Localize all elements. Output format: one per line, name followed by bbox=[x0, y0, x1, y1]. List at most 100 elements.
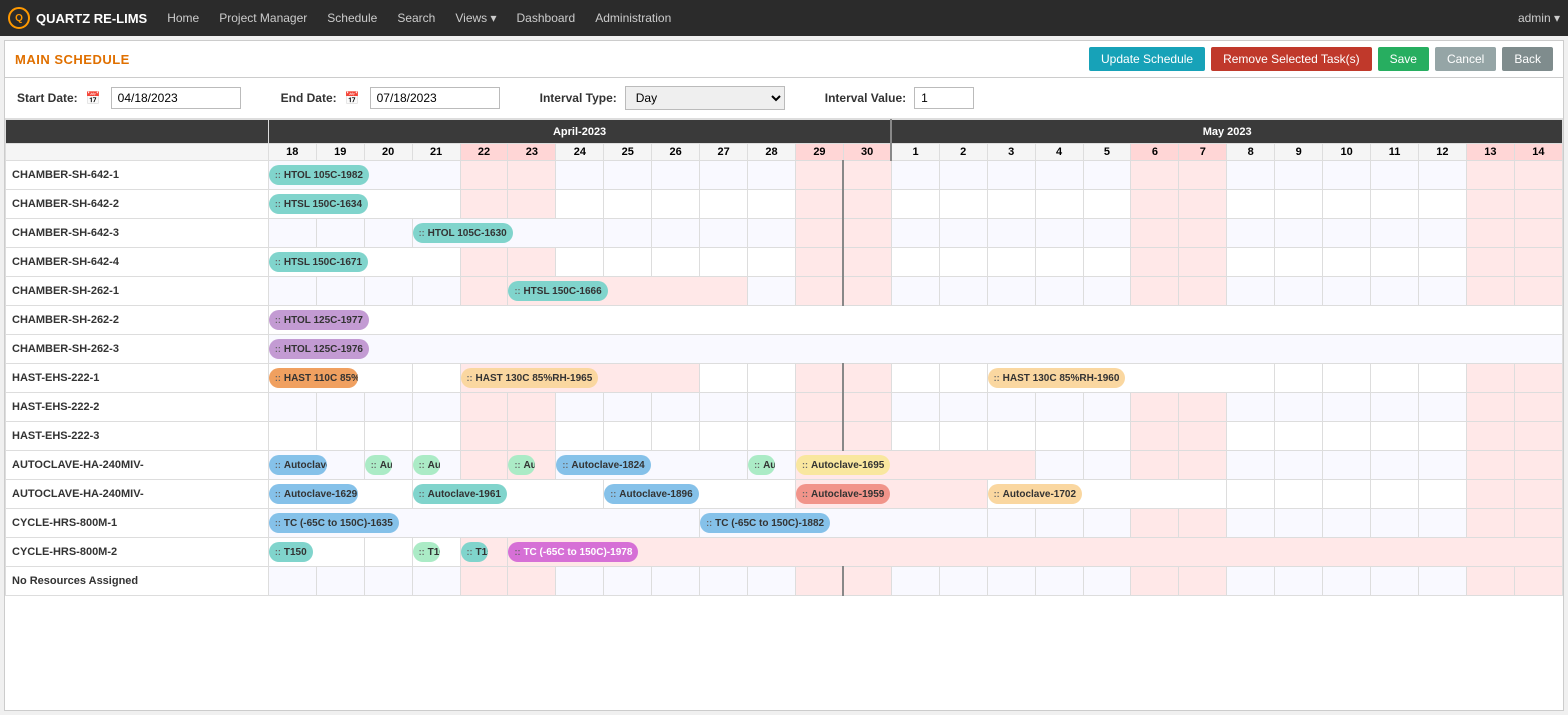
task-bar[interactable]: ::Autoclave-1629 bbox=[269, 484, 358, 504]
empty-cell bbox=[460, 248, 508, 277]
day-28: 28 bbox=[748, 144, 796, 161]
task-bar[interactable]: ::Autoclave-1824 bbox=[556, 455, 650, 475]
remove-task-button[interactable]: Remove Selected Task(s) bbox=[1211, 47, 1372, 71]
nav-search[interactable]: Search bbox=[389, 0, 443, 36]
empty-cell bbox=[1514, 248, 1562, 277]
empty-cell bbox=[652, 422, 700, 451]
empty-cell bbox=[1035, 277, 1083, 306]
task-bar[interactable]: ::HAST 110C 85%RH- bbox=[269, 368, 358, 388]
task-bar[interactable]: ::TC (-65C to 150C)-1882 bbox=[700, 513, 830, 533]
empty-cell bbox=[604, 190, 652, 219]
task-bar[interactable]: ::Auto bbox=[508, 455, 535, 475]
admin-user[interactable]: admin ▾ bbox=[1518, 11, 1560, 25]
task-bar[interactable]: ::TC (-65C to 150C)-1635 bbox=[269, 513, 399, 533]
task-bar[interactable]: ::HAST 130C 85%RH-1960 bbox=[988, 368, 1126, 388]
day-10: 10 bbox=[1323, 144, 1371, 161]
empty-cell bbox=[316, 422, 364, 451]
task-bar[interactable]: ::Auto bbox=[365, 455, 392, 475]
empty-cell bbox=[1514, 451, 1562, 480]
task-bar[interactable]: ::T150 bbox=[461, 542, 488, 562]
empty-cell bbox=[1323, 451, 1371, 480]
task-bar[interactable]: ::Autoclave-1959 bbox=[796, 484, 890, 504]
task-bar[interactable]: ::TC (-65C to 150C)-1978 bbox=[508, 542, 638, 562]
empty-cell bbox=[1131, 190, 1179, 219]
task-bar[interactable]: ::HTOL 105C-1630 bbox=[413, 223, 513, 243]
back-button[interactable]: Back bbox=[1502, 47, 1553, 71]
empty-cell bbox=[1514, 393, 1562, 422]
empty-cell bbox=[1418, 509, 1466, 538]
nav-views[interactable]: Views ▾ bbox=[447, 0, 504, 36]
day-20: 20 bbox=[364, 144, 412, 161]
end-date-input[interactable] bbox=[370, 87, 500, 109]
empty-cell bbox=[412, 277, 460, 306]
empty-cell bbox=[1371, 219, 1419, 248]
day-26: 26 bbox=[652, 144, 700, 161]
nav-dashboard[interactable]: Dashboard bbox=[509, 0, 584, 36]
task-bar[interactable]: ::HTSL 150C-1666 bbox=[508, 281, 607, 301]
empty-cell bbox=[604, 393, 652, 422]
start-date-input[interactable] bbox=[111, 87, 241, 109]
empty-cell bbox=[1131, 451, 1179, 480]
table-row: HAST-EHS-222-1::HAST 110C 85%RH-::HAST 1… bbox=[6, 364, 1563, 393]
task-bar[interactable]: ::Autoclave P5- bbox=[269, 455, 327, 475]
empty-cell bbox=[460, 422, 508, 451]
nav-administration[interactable]: Administration bbox=[587, 0, 679, 36]
empty-cell bbox=[1035, 219, 1083, 248]
task-bar[interactable]: ::Autoclave-1896 bbox=[604, 484, 698, 504]
may-header: May 2023 bbox=[891, 120, 1562, 144]
task-bar[interactable]: ::Autoclave-1702 bbox=[988, 484, 1082, 504]
task-bar[interactable]: ::Auto bbox=[748, 455, 775, 475]
nav-schedule[interactable]: Schedule bbox=[319, 0, 385, 36]
nav-project-manager[interactable]: Project Manager bbox=[211, 0, 315, 36]
empty-cell bbox=[460, 393, 508, 422]
save-button[interactable]: Save bbox=[1378, 47, 1429, 71]
interval-value-input[interactable] bbox=[914, 87, 974, 109]
empty-cell bbox=[1323, 567, 1371, 596]
calendar-icon-end: 📅 bbox=[345, 91, 360, 105]
empty-cell bbox=[1179, 393, 1227, 422]
empty-cell bbox=[364, 393, 412, 422]
empty-cell bbox=[1227, 248, 1275, 277]
task-bar[interactable]: ::HTOL 125C-1976 bbox=[269, 339, 369, 359]
empty-cell bbox=[1131, 422, 1179, 451]
empty-cell bbox=[1371, 190, 1419, 219]
end-date-group: End Date: 📅 bbox=[281, 87, 500, 109]
empty-cell bbox=[364, 219, 412, 248]
calendar-icon: 📅 bbox=[86, 91, 101, 105]
task-bar[interactable]: ::Autoclave-1695 bbox=[796, 455, 890, 475]
empty-cell bbox=[508, 190, 556, 219]
task-cell: ::HTSL 150C-1634 bbox=[268, 190, 460, 219]
empty-cell bbox=[1275, 277, 1323, 306]
task-bar[interactable]: ::HTOL 105C-1982 bbox=[269, 165, 369, 185]
row-label-5: CHAMBER-SH-262-2 bbox=[6, 306, 269, 335]
interval-type-select[interactable]: Day Week Month bbox=[625, 86, 785, 110]
cancel-button[interactable]: Cancel bbox=[1435, 47, 1496, 71]
task-bar[interactable]: ::HTSL 150C-1671 bbox=[269, 252, 368, 272]
nav-home[interactable]: Home bbox=[159, 0, 207, 36]
update-schedule-button[interactable]: Update Schedule bbox=[1089, 47, 1205, 71]
table-row: CHAMBER-SH-642-2::HTSL 150C-1634 bbox=[6, 190, 1563, 219]
empty-cell bbox=[460, 567, 508, 596]
task-cell: ::Auto bbox=[364, 451, 412, 480]
task-bar[interactable]: ::T100 bbox=[413, 542, 440, 562]
task-cell: ::Autoclave-1702 bbox=[987, 480, 1227, 509]
empty-cell bbox=[556, 393, 604, 422]
task-bar[interactable]: ::HAST 130C 85%RH-1965 bbox=[461, 368, 599, 388]
schedule-container[interactable]: April-2023 May 2023 18 19 20 21 22 23 24… bbox=[5, 119, 1563, 710]
empty-cell bbox=[316, 393, 364, 422]
task-bar[interactable]: ::Auto bbox=[413, 455, 440, 475]
row-label-6: CHAMBER-SH-262-3 bbox=[6, 335, 269, 364]
empty-cell bbox=[1035, 509, 1083, 538]
task-bar[interactable]: ::HTOL 125C-1977 bbox=[269, 310, 369, 330]
row-label-12: CYCLE-HRS-800M-1 bbox=[6, 509, 269, 538]
task-cell: ::Autoclave-1959 bbox=[795, 480, 987, 509]
empty-cell bbox=[939, 277, 987, 306]
empty-cell bbox=[748, 219, 796, 248]
task-bar[interactable]: ::Autoclave-1961 bbox=[413, 484, 507, 504]
empty-cell bbox=[652, 248, 700, 277]
task-bar[interactable]: ::T150 bbox=[269, 542, 313, 562]
empty-cell bbox=[1371, 161, 1419, 190]
brand-name: QUARTZ RE-LIMS bbox=[36, 11, 147, 26]
row-label-8: HAST-EHS-222-2 bbox=[6, 393, 269, 422]
task-bar[interactable]: ::HTSL 150C-1634 bbox=[269, 194, 368, 214]
